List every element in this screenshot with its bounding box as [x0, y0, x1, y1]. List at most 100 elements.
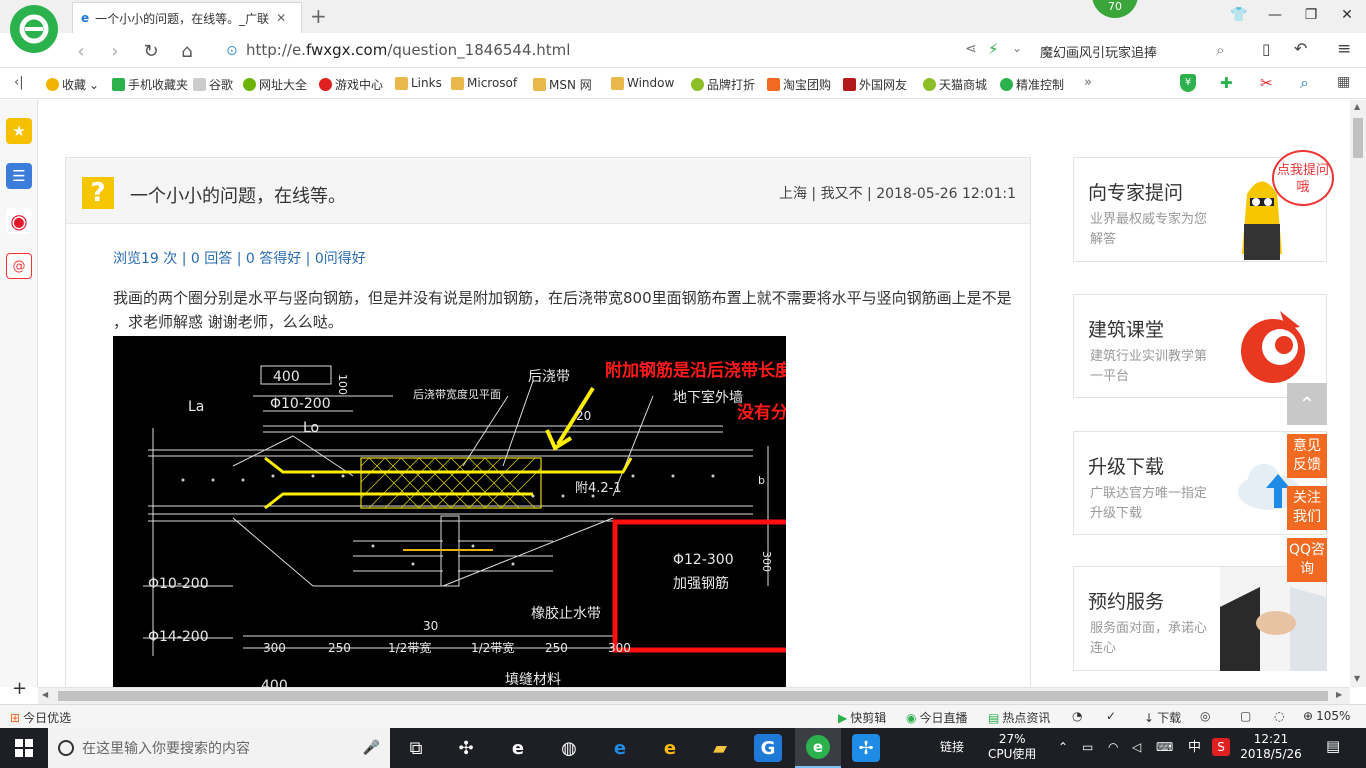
bookmark-item[interactable]: Window: [611, 76, 674, 90]
scroll-down-arrow[interactable]: ▼: [1354, 674, 1360, 683]
sogou-ime-icon[interactable]: S: [1212, 738, 1230, 756]
bookmark-item[interactable]: 网址大全: [243, 76, 307, 93]
chrome-like-icon[interactable]: ◍: [555, 734, 583, 762]
forward-button[interactable]: ›: [102, 38, 128, 64]
ask-bubble[interactable]: 点我提问哦: [1272, 150, 1334, 206]
ask-expert-card[interactable]: 向专家提问 业界最权威专家为您解答 点我提问哦: [1073, 150, 1334, 262]
battery-icon[interactable]: ▭: [1082, 740, 1093, 755]
bookmark-item[interactable]: 淘宝团购: [767, 76, 831, 93]
mute-icon[interactable]: ◌: [1274, 709, 1284, 723]
bookmark-item[interactable]: 精准控制: [1000, 76, 1064, 93]
question-meta: 上海 | 我又不 | 2018-05-26 12:01:1: [778, 186, 1016, 202]
horizontal-scrollbar[interactable]: ◀ ▶: [38, 687, 1350, 704]
scroll-left-arrow[interactable]: ◀: [42, 690, 48, 699]
bookmark-item[interactable]: Microsof: [451, 76, 517, 90]
search-icon[interactable]: ⌕: [1216, 41, 1224, 59]
back-button[interactable]: ‹: [68, 38, 94, 64]
address-bar: ‹ › ↻ ⌂ ⊙ http://e.fwxgx.com/question_18…: [0, 33, 1366, 68]
zoom-indicator[interactable]: ⊕ 105%: [1303, 709, 1350, 723]
speed-icon[interactable]: ◔: [1072, 709, 1082, 723]
question-stats[interactable]: 浏览19 次 | 0 回答 | 0 答得好 | 0问得好: [113, 248, 366, 268]
favorite-star-icon[interactable]: ★: [6, 118, 32, 144]
bookmark-item[interactable]: 游戏中心: [319, 76, 383, 93]
bookmark-item[interactable]: 手机收藏夹: [112, 76, 188, 93]
reader-icon[interactable]: ☰: [6, 163, 32, 189]
scissors-icon[interactable]: ✂: [1260, 74, 1273, 92]
file-explorer-icon[interactable]: ▰: [706, 734, 734, 762]
active-browser-taskbar-item[interactable]: e: [795, 728, 841, 768]
minimize-button[interactable]: —: [1258, 0, 1292, 30]
feedback-button[interactable]: 意见反馈: [1287, 434, 1327, 478]
browser-logo-icon[interactable]: [10, 5, 58, 53]
clock[interactable]: 12:21 2018/5/26: [1236, 732, 1306, 762]
scroll-right-arrow[interactable]: ▶: [1336, 690, 1342, 699]
task-view-icon[interactable]: ⧉: [402, 734, 430, 762]
tab-close-icon[interactable]: ✕: [276, 11, 286, 25]
back-to-top-button[interactable]: ⌃: [1287, 383, 1327, 425]
pinwheel-app-icon[interactable]: ✣: [452, 734, 480, 762]
microphone-icon[interactable]: 🎤: [363, 740, 380, 756]
windows-start-icon[interactable]: [10, 734, 38, 762]
ie-icon[interactable]: e: [504, 734, 532, 762]
bookmark-item[interactable]: Links: [395, 76, 442, 90]
qq-consult-button[interactable]: QQ咨询: [1287, 538, 1327, 582]
browser-icon[interactable]: ◎: [1200, 709, 1210, 723]
chevron-down-icon[interactable]: ⌄: [1012, 41, 1022, 55]
apps-grid-icon[interactable]: ▦: [1337, 74, 1350, 90]
menu-icon[interactable]: ≡: [1337, 39, 1351, 59]
weibo-icon[interactable]: ◉: [6, 208, 32, 234]
status-item[interactable]: ↓ 下载: [1144, 709, 1181, 726]
edge-icon[interactable]: e: [606, 734, 634, 762]
keyboard-icon[interactable]: ⌨: [1156, 740, 1173, 755]
notification-badge[interactable]: 70: [1092, 0, 1138, 18]
status-item[interactable]: ◉ 今日直播: [906, 709, 968, 726]
taskbar-search-input[interactable]: 在这里输入你要搜索的内容 🎤: [48, 728, 390, 768]
bookmarks-collapse-icon[interactable]: ‹|: [14, 75, 24, 90]
follow-us-button[interactable]: 关注我们: [1287, 486, 1327, 530]
repair-icon[interactable]: ✓: [1106, 709, 1116, 723]
wifi-icon[interactable]: ◠: [1108, 740, 1118, 755]
daily-picks-link[interactable]: ⊞ 今日优选: [10, 709, 71, 726]
vertical-scrollbar[interactable]: ▲ ▼: [1350, 100, 1366, 687]
glodon-g-icon[interactable]: G: [754, 734, 782, 762]
status-item[interactable]: ▤ 热点资讯: [988, 709, 1050, 726]
tab-active[interactable]: e 一个小小的问题，在线等。_广联 ✕: [72, 2, 302, 33]
phone-icon[interactable]: ▯: [1262, 40, 1270, 58]
plus-tool-icon[interactable]: ✚: [1220, 74, 1233, 92]
ime-indicator[interactable]: 中: [1188, 740, 1201, 755]
scroll-up-arrow[interactable]: ▲: [1354, 102, 1360, 111]
volume-icon[interactable]: ◁: [1132, 740, 1141, 755]
shield-icon[interactable]: ¥: [1180, 74, 1196, 92]
remote-app-icon[interactable]: ✢: [852, 734, 880, 762]
url-field[interactable]: http://e.fwxgx.com/question_1846544.html: [246, 41, 570, 59]
new-tab-button[interactable]: +: [310, 4, 327, 28]
undo-icon[interactable]: ↶: [1294, 39, 1307, 58]
share-icon[interactable]: ⋖: [965, 41, 977, 57]
window-icon[interactable]: ▢: [1240, 709, 1251, 723]
tray-expand-icon[interactable]: ⌃: [1058, 740, 1068, 755]
bookmark-item[interactable]: 谷歌: [193, 76, 233, 93]
magnifier-icon[interactable]: ⌕: [1300, 73, 1309, 93]
shirt-skin-icon[interactable]: 👕: [1222, 0, 1256, 30]
lightning-icon[interactable]: ⚡: [988, 40, 999, 58]
scroll-thumb[interactable]: [1353, 118, 1363, 158]
restore-button[interactable]: ❐: [1294, 0, 1328, 30]
internet-explorer-icon[interactable]: e: [656, 734, 684, 762]
bookmark-item[interactable]: MSN 网: [533, 76, 592, 93]
search-input[interactable]: 魔幻画风引玩家追捧: [1040, 39, 1240, 63]
add-sidebar-icon[interactable]: +: [12, 678, 27, 699]
hscroll-thumb[interactable]: [58, 691, 1328, 701]
close-button[interactable]: ✕: [1330, 0, 1364, 30]
bookmark-item[interactable]: 天猫商城: [923, 76, 987, 93]
home-button[interactable]: ⌂: [174, 38, 200, 64]
bookmark-item[interactable]: 外国网友: [843, 76, 907, 93]
links-toolbar[interactable]: 链接: [940, 740, 964, 755]
more-bookmarks-icon[interactable]: »: [1084, 75, 1092, 90]
bookmark-item[interactable]: 品牌打折: [691, 76, 755, 93]
cad-label-300-vertical: 300: [760, 551, 773, 572]
mail-icon[interactable]: @: [6, 253, 32, 279]
reload-button[interactable]: ↻: [138, 38, 164, 64]
status-item[interactable]: ▶ 快剪辑: [838, 709, 886, 726]
notification-center-icon[interactable]: ▤: [1326, 739, 1340, 754]
bookmark-item[interactable]: 收藏 ⌄: [46, 76, 99, 93]
